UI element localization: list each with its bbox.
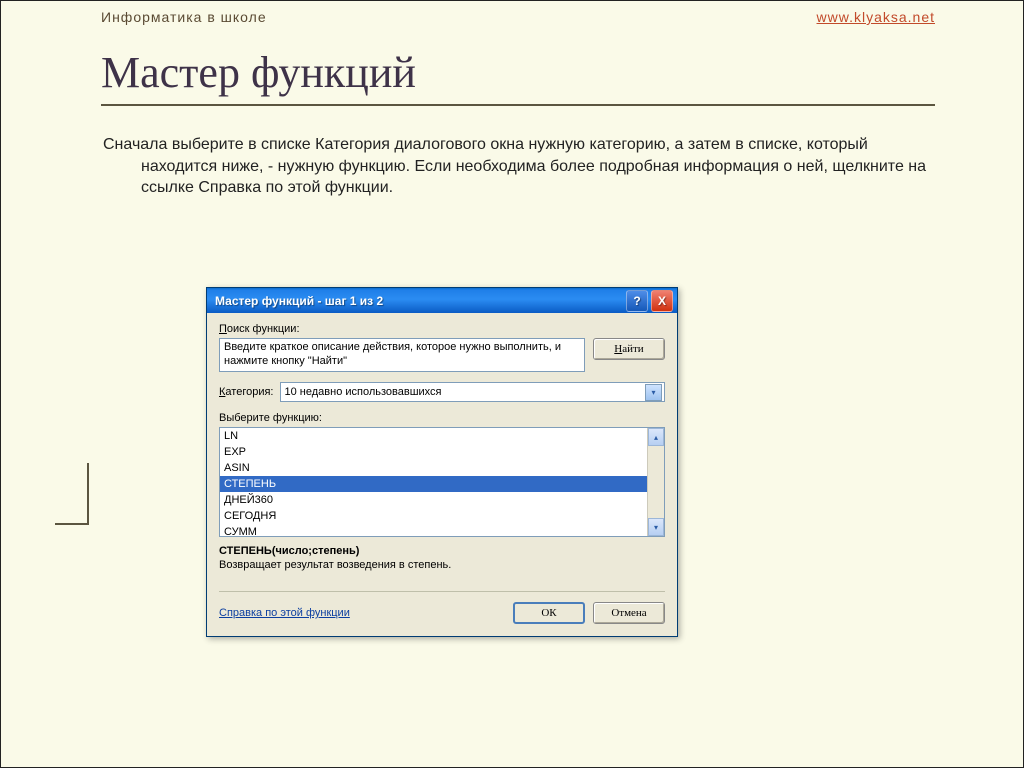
list-item[interactable]: СЕГОДНЯ — [220, 508, 647, 524]
header-link[interactable]: www.klyaksa.net — [817, 9, 935, 25]
list-item[interactable]: ASIN — [220, 460, 647, 476]
scroll-up-icon[interactable]: ▴ — [648, 428, 664, 446]
dialog-titlebar[interactable]: Мастер функций - шаг 1 из 2 ? X — [207, 288, 677, 313]
cancel-button[interactable]: Отмена — [593, 602, 665, 624]
search-input[interactable]: Введите краткое описание действия, котор… — [219, 338, 585, 372]
category-select[interactable]: 10 недавно использовавшихся ▾ — [280, 382, 666, 402]
ok-button[interactable]: ОК — [513, 602, 585, 624]
function-list-items: LNEXPASINСТЕПЕНЬДНЕЙ360СЕГОДНЯСУММ — [220, 428, 647, 536]
scrollbar[interactable]: ▴ ▾ — [647, 428, 664, 536]
search-label: Поиск функции: — [219, 323, 665, 335]
function-list-label: Выберите функцию: — [219, 412, 665, 424]
header-left: Информатика в школе — [101, 9, 267, 25]
dialog-body: Поиск функции: Введите краткое описание … — [207, 313, 677, 636]
list-item[interactable]: LN — [220, 428, 647, 444]
chevron-down-icon: ▾ — [645, 384, 662, 401]
category-row: Категория: 10 недавно использовавшихся ▾ — [219, 382, 665, 402]
slide-body: Сначала выберите в списке Категория диал… — [1, 106, 1023, 199]
slide-header: Информатика в школе www.klyaksa.net — [1, 1, 1023, 25]
list-item[interactable]: СУММ — [220, 524, 647, 536]
titlebar-help-button[interactable]: ? — [626, 290, 648, 312]
body-paragraph: Сначала выберите в списке Категория диал… — [141, 134, 935, 199]
find-button[interactable]: Найти — [593, 338, 665, 360]
decor-rule — [55, 523, 89, 525]
dialog-buttons: ОК Отмена — [513, 602, 665, 624]
slide-title: Мастер функций — [101, 47, 1023, 98]
list-item[interactable]: ДНЕЙ360 — [220, 492, 647, 508]
function-listbox[interactable]: LNEXPASINСТЕПЕНЬДНЕЙ360СЕГОДНЯСУММ ▴ ▾ — [219, 427, 665, 537]
titlebar-buttons: ? X — [626, 290, 673, 312]
function-signature: СТЕПЕНЬ(число;степень) — [219, 545, 665, 557]
dialog-bottom-row: Справка по этой функции ОК Отмена — [219, 591, 665, 624]
function-wizard-dialog: Мастер функций - шаг 1 из 2 ? X Поиск фу… — [206, 287, 678, 637]
list-item[interactable]: СТЕПЕНЬ — [220, 476, 647, 492]
scroll-down-icon[interactable]: ▾ — [648, 518, 664, 536]
search-row: Введите краткое описание действия, котор… — [219, 338, 665, 372]
category-label: Категория: — [219, 386, 274, 398]
list-item[interactable]: EXP — [220, 444, 647, 460]
help-link[interactable]: Справка по этой функции — [219, 607, 350, 619]
function-description: Возвращает результат возведения в степен… — [219, 559, 665, 571]
titlebar-close-button[interactable]: X — [651, 290, 673, 312]
slide: Информатика в школе www.klyaksa.net Маст… — [0, 0, 1024, 768]
category-value: 10 недавно использовавшихся — [285, 386, 442, 398]
dialog-title: Мастер функций - шаг 1 из 2 — [215, 294, 383, 308]
